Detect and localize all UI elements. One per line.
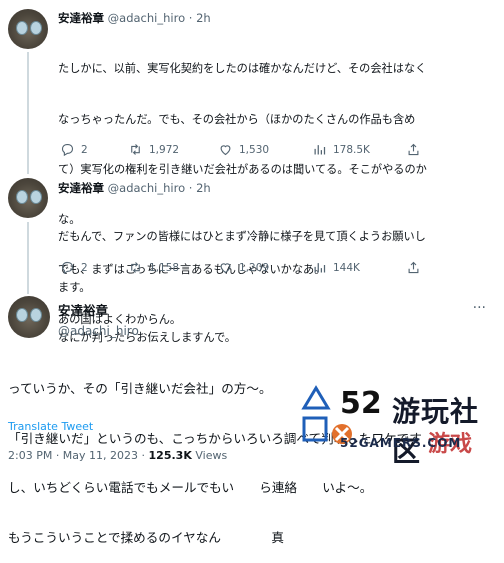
share-icon	[408, 143, 419, 156]
author-name[interactable]: 安達裕章	[58, 300, 139, 319]
views-icon	[314, 263, 326, 273]
avatar[interactable]	[8, 9, 48, 49]
tweet-line: だもんで、ファンの皆様にはひとまず冷静に様子を見て頂くようお願いし	[58, 230, 426, 244]
tweet-header: 安達裕章 @adachi_hiro · 2h	[58, 180, 211, 196]
like-count: 1,209	[239, 261, 270, 274]
tweet-line: し、いちどくらい電話でもメールでもい ら連絡 いよ〜。	[8, 480, 373, 495]
like-button[interactable]: 1,209	[218, 260, 269, 275]
avatar-eye-left	[16, 21, 28, 35]
views-count: 178.5K	[333, 143, 370, 156]
more-options-icon[interactable]: ···	[473, 300, 486, 316]
views-icon	[314, 145, 326, 155]
author-handle[interactable]: @adachi_hiro	[108, 11, 185, 25]
avatar-eye-left	[16, 190, 28, 204]
avatar-eye-left	[16, 308, 28, 322]
retweet-icon	[131, 262, 140, 273]
author-handle[interactable]: @adachi_hiro	[108, 181, 185, 195]
thread-line	[27, 52, 29, 174]
tweet-line: なっちゃったんだ。でも、その会社から（ほかのたくさんの作品も含め	[58, 112, 416, 126]
share-icon	[408, 261, 419, 274]
heart-icon	[220, 145, 231, 156]
tweet-time[interactable]: 2h	[196, 11, 211, 25]
avatar-eye-right	[30, 21, 42, 35]
avatar-eye-right	[30, 308, 42, 322]
retweet-count: 1,972	[149, 143, 180, 156]
separator-dot: ·	[188, 11, 193, 25]
reply-button[interactable]: 2	[60, 142, 88, 157]
author-handle[interactable]: @adachi_hiro	[58, 324, 139, 338]
views-button[interactable]: 144K	[312, 260, 360, 275]
tweet-2[interactable]: 安達裕章 @adachi_hiro · 2h だもんで、ファンの皆様にはひとまず…	[0, 172, 504, 344]
action-bar: 2 1,972 1,530 178.5K	[58, 142, 498, 158]
author-name[interactable]: 安達裕章	[58, 181, 104, 195]
tweet-1[interactable]: 安達裕章 @adachi_hiro · 2h たしかに、以前、実写化契約をしたの…	[0, 0, 504, 326]
avatar[interactable]	[8, 178, 48, 218]
views-button[interactable]: 178.5K	[312, 142, 370, 157]
heart-icon	[220, 263, 231, 274]
views-label: Views	[195, 449, 228, 462]
watermark: 52 游玩社区 游戏 52GAMERS.COM	[298, 384, 504, 468]
like-count: 1,530	[239, 143, 270, 156]
tweet-line: もうこういうことで揉めるのイヤなん 真	[8, 529, 284, 545]
views-count: 125.3K	[148, 449, 192, 462]
reply-count: 2	[81, 261, 88, 274]
retweet-count: 1,158	[149, 261, 180, 274]
reply-count: 2	[81, 143, 88, 156]
avatar-eye-right	[30, 190, 42, 204]
tweet-time[interactable]: 2h	[196, 181, 211, 195]
separator-dot: ·	[188, 181, 193, 195]
action-bar: 2 1,158 1,209 144K	[58, 260, 498, 276]
watermark-number: 52	[340, 386, 382, 421]
thread-line	[27, 222, 29, 294]
tweet-timestamp[interactable]: 2:03 PM · May 11, 2023 ·	[8, 449, 145, 462]
tweet-header: 安達裕章 @adachi_hiro · 2h	[58, 10, 211, 26]
author-name[interactable]: 安達裕章	[58, 11, 104, 25]
tweet-meta: 2:03 PM · May 11, 2023 · 125.3K Views	[8, 449, 227, 462]
avatar[interactable]	[8, 296, 50, 338]
share-button[interactable]	[406, 142, 421, 157]
like-button[interactable]: 1,530	[218, 142, 269, 157]
main-tweet-header: 安達裕章 @adachi_hiro	[58, 300, 139, 338]
retweet-button[interactable]: 1,972	[128, 142, 179, 157]
reply-button[interactable]: 2	[60, 260, 88, 275]
watermark-url: 52GAMERS.COM	[340, 436, 462, 450]
retweet-button[interactable]: 1,158	[128, 260, 179, 275]
reply-icon	[61, 143, 74, 157]
translate-tweet-link[interactable]: Translate Tweet	[8, 420, 93, 433]
reply-icon	[61, 261, 74, 275]
views-count: 144K	[333, 261, 360, 274]
share-button[interactable]	[406, 260, 421, 275]
retweet-icon	[131, 144, 140, 155]
tweet-line: たしかに、以前、実写化契約をしたのは確かなんだけど、その会社はなく	[58, 62, 427, 76]
